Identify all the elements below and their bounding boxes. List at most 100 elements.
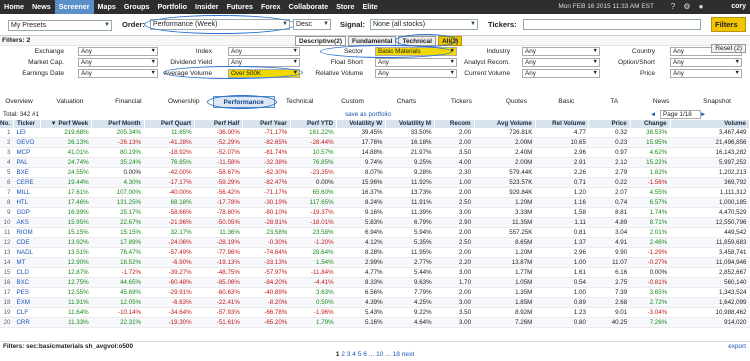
page-links[interactable]: 2 3 4 5 6 ... 10 ... 18 [341,351,400,358]
prev-page-icon[interactable]: ◄ [650,111,656,118]
ticker-link[interactable]: CDE [13,237,41,248]
filter-select-option-short[interactable]: Any ▼ [670,58,742,67]
view-tab-news[interactable]: News [638,96,684,108]
column-header-volume[interactable]: Volume [670,120,750,128]
table-row[interactable]: 12 CDE 13.92% 17.89% -24.06% -28.19% -0.30% -1.… [0,237,750,248]
ticker-link[interactable]: AKS [13,217,41,228]
view-tab-ta[interactable]: TA [590,96,638,108]
column-header-volatility-w[interactable]: Volatility W [336,120,387,128]
table-row[interactable]: 8 HTL 17.46% 131.25% 68.18% -17.78% -30.19% 117… [0,197,750,208]
nav-tab-elite[interactable]: Elite [358,0,381,14]
ticker-link[interactable]: BXE [13,167,41,178]
view-tab-ownership[interactable]: Ownership [155,96,213,108]
column-header-change[interactable]: Change [630,120,671,128]
view-tab-custom[interactable]: Custom [325,96,381,108]
view-tab-tickers[interactable]: Tickers [432,96,490,108]
table-row[interactable]: 5 BXE 24.55% 0.00% -42.00% -58.67% -62.30% -23.… [0,167,750,178]
signal-select[interactable]: None (all stocks) ▼ [370,19,478,30]
tickers-input[interactable] [523,19,701,30]
export-link[interactable]: export [728,343,746,350]
table-row[interactable]: 16 BXC 12.75% 44.65% -60.48% -85.06% -84.20% -4… [0,277,750,288]
ticker-link[interactable]: CLF [13,307,41,318]
ticker-link[interactable]: PAL [13,157,41,168]
view-tab-technical[interactable]: Technical [275,96,325,108]
table-row[interactable]: 10 AKS 15.95% 22.67% -21.96% -50.05% -28.91% -1… [0,217,750,228]
nav-tab-store[interactable]: Store [332,0,358,14]
table-row[interactable]: 11 RIOM 15.15% 15.15% 32.17% 11.36% 23.58% 23.5… [0,227,750,238]
ticker-link[interactable]: RIOM [13,227,41,238]
table-row[interactable]: 19 CLF 11.64% -10.14% -34.64% -57.93% -66.78% -… [0,307,750,318]
table-row[interactable]: 14 MT 12.90% 18.52% -6.90% -19.13% -33.13% 1.54… [0,257,750,268]
view-tab-financial[interactable]: Financial [102,96,155,108]
table-row[interactable]: 9 GDP 16.99% 25.17% -58.66% -78.80% -80.10% -19… [0,207,750,218]
column-header-perf-half[interactable]: Perf Half [194,120,244,128]
table-row[interactable]: 20 CRR 11.33% 22.31% -19.30% -51.61% -65.20% 1.… [0,317,750,328]
nav-tab-forex[interactable]: Forex [257,0,285,14]
column-header-perf-month[interactable]: Perf Month [91,120,145,128]
ticker-link[interactable]: NADL [13,247,41,258]
ticker-link[interactable]: CRR [13,317,41,328]
ticker-link[interactable]: LEI [13,128,41,138]
filters-button[interactable]: Filters ▲ [711,17,746,42]
column-header-avg-volume[interactable]: Avg Volume [474,120,536,128]
ticker-link[interactable]: GEVO [13,137,41,148]
nav-tab-collaborate[interactable]: Collaborate [285,0,333,14]
column-header-perf-week[interactable]: ▼ Perf Week [40,120,93,128]
table-row[interactable]: 3 MCP 41.01% 80.19% -18.92% -52.07% -81.74% 10.… [0,147,750,158]
column-header-rel-volume[interactable]: Rel Volume [535,120,590,128]
order-direction-select[interactable]: Desc ▼ [293,19,331,30]
table-row[interactable]: 15 CLD 12.87% -1.72% -39.27% -48.75% -57.97% -1… [0,267,750,278]
ticker-link[interactable]: CLD [13,267,41,278]
presets-select[interactable]: My Presets ▼ [8,20,112,31]
ticker-link[interactable]: PES [13,287,41,298]
nav-tab-news[interactable]: News [28,0,55,14]
reset-button[interactable]: Reset (2) [711,44,746,53]
column-header-perf-ytd[interactable]: Perf YTD [290,120,338,128]
view-tab-overview[interactable]: Overview [0,96,38,108]
table-row[interactable]: 18 EXM 11.91% 12.05% -6.63% -22.41% -8.20% 0.50… [0,297,750,308]
help-icon[interactable]: ? [668,2,678,12]
column-header-ticker[interactable]: Ticker [13,120,42,128]
column-header-price[interactable]: Price [588,120,631,128]
column-header-perf-quart[interactable]: Perf Quart [144,120,196,128]
nav-tab-home[interactable]: Home [0,0,28,14]
next-page-icon[interactable]: ► [700,111,706,118]
settings-icon[interactable]: ⚙ [682,2,692,12]
view-tab-charts[interactable]: Charts [381,96,433,108]
ticker-link[interactable]: MCP [13,147,41,158]
ticker-link[interactable]: MILL [13,187,41,198]
view-tab-basic[interactable]: Basic [542,96,590,108]
nav-tab-portfolio[interactable]: Portfolio [153,0,191,14]
table-row[interactable]: 7 MILL 17.61% 107.00% -40.00% -56.42% -71.17% 6… [0,187,750,198]
table-row[interactable]: 17 PES 12.55% 45.69% -29.91% -60.63% -40.89% 3.… [0,287,750,298]
ticker-link[interactable]: EXM [13,297,41,308]
column-header-volatility-m[interactable]: Volatility M [385,120,436,128]
ticker-link[interactable]: BXC [13,277,41,288]
ticker-link[interactable]: GDP [13,207,41,218]
column-header-no-[interactable]: No. [0,120,14,128]
view-tab-snapshot[interactable]: Snapshot [684,96,750,108]
nav-tab-futures[interactable]: Futures [223,0,257,14]
ticker-link[interactable]: MT [13,257,41,268]
table-row[interactable]: 13 NADL 13.51% 76.47% -57.49% -77.96% -74.64% 2… [0,247,750,258]
filter-select-price[interactable]: Any ▼ [670,69,742,78]
save-portfolio-link[interactable]: save as portfolio [345,111,391,118]
view-tab-valuation[interactable]: Valuation [38,96,102,108]
table-row[interactable]: 2 GEVO 26.13% -26.13% -41.28% -52.29% -82.65% -… [0,137,750,148]
column-header-recom[interactable]: Recom [434,120,475,128]
nav-tab-screener[interactable]: Screener [54,0,94,14]
table-row[interactable]: 1 LEI 219.68% 205.34% 11.65% -36.00% -71.17% 16… [0,128,750,138]
username[interactable]: cory [731,0,746,14]
column-header-perf-year[interactable]: Perf Year [242,120,291,128]
page-select[interactable]: Page 1/18 [660,110,701,119]
ticker-link[interactable]: HTL [13,197,41,208]
nav-tab-maps[interactable]: Maps [94,0,120,14]
next-link[interactable]: next [402,351,414,358]
view-tab-quotes[interactable]: Quotes [490,96,542,108]
tab-descriptive[interactable]: Descriptive(2) [295,36,346,46]
nav-tab-insider[interactable]: Insider [191,0,223,14]
table-row[interactable]: 6 CERE 19.44% 4.30% -17.17% -59.29% -82.47% 0.0… [0,177,750,188]
ticker-link[interactable]: CERE [13,177,41,188]
nav-tab-groups[interactable]: Groups [120,0,154,14]
user-icon[interactable]: ● [696,2,706,12]
